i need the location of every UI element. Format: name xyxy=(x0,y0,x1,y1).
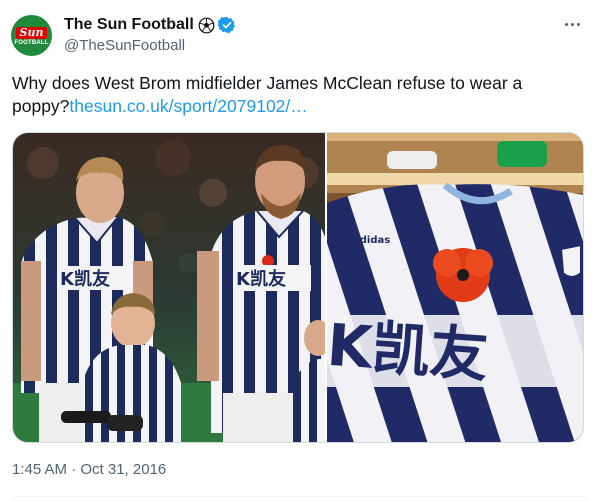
kit-brand: adidas xyxy=(353,235,390,246)
handle[interactable]: @TheSunFootball xyxy=(64,37,185,54)
tweet-text: Why does West Brom midfielder James McCl… xyxy=(12,72,572,118)
timestamp[interactable]: 1:45 AM · Oct 31, 2016 xyxy=(12,461,166,478)
avatar-logo-sun: Sun xyxy=(15,27,48,39)
football-icon xyxy=(198,17,215,33)
media-grid[interactable]: K凯友 K凯友 adidas K凯友 xyxy=(12,132,584,443)
avatar[interactable]: Sun FOOTBALL xyxy=(11,15,52,56)
verified-icon xyxy=(217,16,235,34)
display-name[interactable]: The Sun Football xyxy=(64,16,194,34)
divider xyxy=(12,496,588,497)
photo-shirt-poppy[interactable]: adidas K凯友 xyxy=(327,133,583,442)
player2-sponsor: K凯友 xyxy=(236,268,286,290)
shirt-photo-illustration: adidas K凯友 xyxy=(327,133,583,442)
player1-sponsor: K凯友 xyxy=(60,268,110,290)
tweet-link[interactable]: thesun.co.uk/sport/2079102/… xyxy=(69,96,307,116)
avatar-logo-football: FOOTBALL xyxy=(14,40,49,46)
shirt-sponsor: K凯友 xyxy=(327,311,490,390)
author-name-row: The Sun Football xyxy=(64,14,236,36)
photo-players[interactable]: K凯友 K凯友 xyxy=(13,133,327,442)
tweet: Sun FOOTBALL The Sun Football @TheSunFoo… xyxy=(0,0,600,501)
more-icon[interactable] xyxy=(560,14,584,34)
players-photo-illustration: K凯友 K凯友 xyxy=(13,133,325,442)
